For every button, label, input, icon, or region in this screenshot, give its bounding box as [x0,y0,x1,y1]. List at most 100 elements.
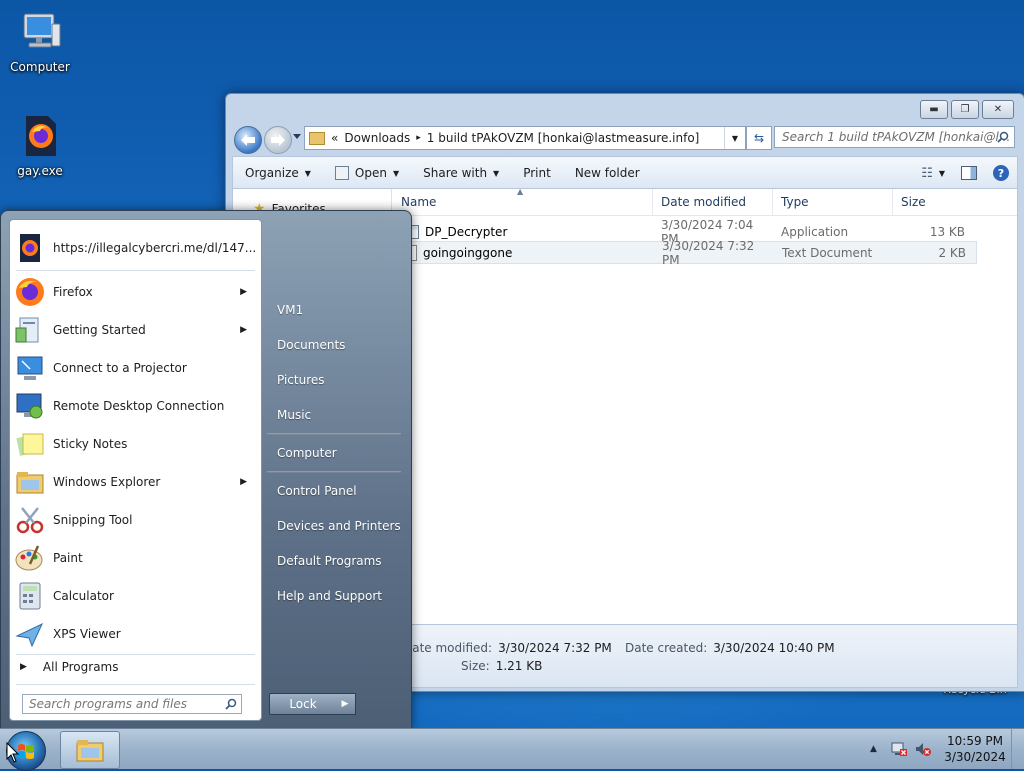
new-folder-button[interactable]: New folder [563,157,652,189]
volume-muted-icon [916,743,931,756]
volume-tray-icon[interactable] [914,729,932,769]
start-menu-places-pane: VM1 Documents Pictures Music Computer Co… [263,219,409,719]
places-item-help-support[interactable]: Help and Support [277,589,382,603]
places-item-devices-printers[interactable]: Devices and Printers [277,519,401,533]
breadcrumb-separator-icon[interactable]: ▸ [416,133,421,143]
details-view-icon: ☷ [921,165,933,181]
change-view-button[interactable]: ☷ ▼ [913,157,953,189]
file-name: DP_Decrypter [425,224,508,239]
program-item-sticky-notes[interactable]: Sticky Notes [14,426,257,462]
clock-date: 3/30/2024 [944,750,1006,764]
recent-pages-dropdown[interactable] [293,134,301,139]
places-item-default-programs[interactable]: Default Programs [277,554,382,568]
windows-explorer-icon [76,740,104,762]
open-button[interactable]: Open ▼ [323,157,411,189]
column-label: Name [401,195,437,209]
show-hidden-icons-button[interactable]: ▲ [870,729,877,769]
program-item-firefox[interactable]: Firefox ▶ [14,274,257,310]
preview-pane-button[interactable] [953,157,985,189]
organize-menu[interactable]: Organize ▼ [233,157,323,189]
places-item-documents[interactable]: Documents [277,338,345,352]
view-controls: ☷ ▼ ? [913,157,1017,189]
shutdown-options-button[interactable]: ▶ [335,693,356,715]
column-header-date-modified[interactable]: Date modified [653,189,773,215]
places-item-pictures[interactable]: Pictures [277,373,325,387]
projector-icon [17,356,43,380]
refresh-button[interactable]: ⇆ [746,126,772,150]
address-row: « Downloads ▸ 1 build tPAkOVZM [honkai@l… [232,124,1018,154]
places-item-user[interactable]: VM1 [277,303,303,317]
separator [16,270,255,271]
xps-viewer-icon [15,622,44,648]
address-dropdown-button[interactable]: ▼ [724,127,745,149]
close-button[interactable]: ✕ [982,100,1014,119]
folder-icon [309,131,325,145]
program-label: Getting Started [53,323,146,337]
desktop-icon-label: gay.exe [17,164,63,178]
program-item-getting-started[interactable]: Getting Started ▶ [14,312,257,348]
mouse-cursor-icon [6,742,20,763]
show-desktop-button[interactable] [1011,729,1024,769]
firefox-icon [16,278,44,306]
desktop-icon-computer[interactable]: Computer [0,8,80,74]
lock-label: Lock [289,697,317,711]
print-label: Print [523,166,551,180]
file-row-selected[interactable]: goingoinggone 3/30/2024 7:32 PM Text Doc… [393,238,977,267]
program-item-paint[interactable]: Paint [14,540,257,576]
start-search-input[interactable]: Search programs and files [22,694,242,714]
separator [267,471,401,473]
column-header-type[interactable]: Type [773,189,893,215]
program-item-snipping-tool[interactable]: Snipping Tool [14,502,257,538]
pinned-item-firefox-url[interactable]: https://illegalcybercri.me/dl/147... [14,230,257,266]
forward-arrow-icon [271,134,285,146]
organize-label: Organize [245,166,299,180]
places-item-control-panel[interactable]: Control Panel [277,484,357,498]
detail-label: Size: [461,659,490,673]
firefox-icon [20,234,40,262]
program-item-calculator[interactable]: Calculator [14,578,257,614]
help-icon: ? [993,165,1009,181]
column-header-size[interactable]: Size [893,189,973,215]
start-menu-programs-pane: https://illegalcybercri.me/dl/147... Fir… [9,219,262,721]
maximize-button[interactable]: ❐ [951,100,979,119]
taskbar-windows-explorer-button[interactable] [60,731,120,769]
taskbar-clock[interactable]: 10:59 PM 3/30/2024 [940,733,1010,765]
file-date: 3/30/2024 7:32 PM [662,238,755,267]
file-name: goingoinggone [423,245,513,260]
chevron-right-icon: ▶ [341,699,349,709]
print-button[interactable]: Print [511,157,563,189]
detail-value: 3/30/2024 7:32 PM [498,641,612,655]
desktop-icon-gay-exe[interactable]: gay.exe [0,112,80,178]
lock-button[interactable]: Lock [269,693,337,715]
close-icon: ✕ [993,104,1003,115]
breadcrumb-current-folder[interactable]: 1 build tPAkOVZM [honkai@lastmeasure.inf… [427,131,700,145]
places-item-music[interactable]: Music [277,408,311,422]
all-programs-button[interactable]: ▶ All Programs [20,660,119,674]
network-tray-icon[interactable] [890,729,908,769]
help-button[interactable]: ? [985,157,1017,189]
minimize-button[interactable]: ▬ [920,100,948,119]
detail-date-modified: Date modified: 3/30/2024 7:32 PM [403,641,612,655]
places-item-computer[interactable]: Computer [277,446,337,460]
program-item-xps-viewer[interactable]: XPS Viewer [14,616,257,652]
column-header-name[interactable]: ▲ Name [393,187,653,215]
paint-icon [15,545,43,571]
window-controls: ▬ ❐ ✕ [917,100,1014,119]
submenu-arrow-icon: ▶ [240,325,247,335]
share-with-menu[interactable]: Share with ▼ [411,157,511,189]
folder-search-input[interactable]: Search 1 build tPAkOVZM [honkai@l... [774,126,1015,148]
program-item-connect-projector[interactable]: Connect to a Projector [14,350,257,386]
program-item-remote-desktop[interactable]: Remote Desktop Connection [14,388,257,424]
breadcrumb-downloads[interactable]: Downloads [344,131,410,145]
submenu-arrow-icon: ▶ [240,287,247,297]
forward-button[interactable] [264,126,292,154]
back-button[interactable] [234,126,262,154]
column-label: Type [781,195,809,209]
program-label: Paint [53,551,83,565]
program-label: Connect to a Projector [53,361,187,375]
file-type: Text Document [782,245,873,260]
detail-value: 1.21 KB [495,659,543,673]
program-item-windows-explorer[interactable]: Windows Explorer ▶ [14,464,257,500]
breadcrumb-overflow[interactable]: « [331,131,338,145]
address-bar[interactable]: « Downloads ▸ 1 build tPAkOVZM [honkai@l… [304,126,746,150]
